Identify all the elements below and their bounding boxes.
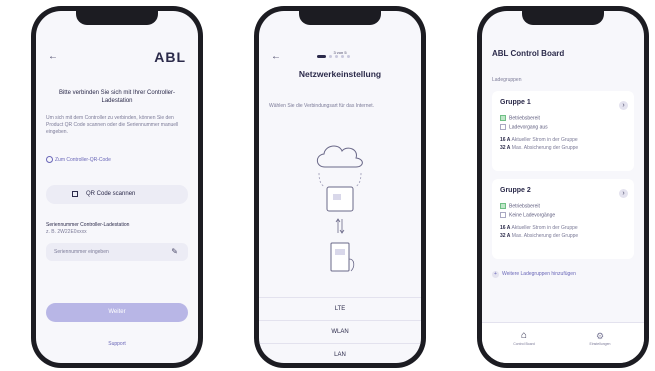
fuse-value: 32 A: [500, 145, 511, 151]
pencil-icon: ✎: [171, 247, 178, 256]
phone-notch: [76, 11, 158, 25]
qr-code-icon: [72, 191, 78, 197]
current-label: Aktueller Strom in der Gruppe: [511, 137, 578, 143]
phone-frame-control-board: ABL Control Board Ladegruppen Gruppe 1 ›…: [477, 6, 649, 368]
qr-hint-link[interactable]: Zum Controller-QR-Code: [46, 156, 111, 164]
expand-icon[interactable]: ›: [619, 101, 628, 110]
fuse-label: Max. Absicherung der Gruppe: [511, 233, 579, 239]
status-ready-label: Betriebsbereit: [509, 115, 540, 122]
status-charging-label: Ladevorgang aus: [509, 124, 548, 131]
current-row: 16 A Aktueller Strom in der Gruppe: [500, 225, 578, 231]
serial-placeholder: Seriennummer eingeben: [54, 249, 109, 255]
current-value: 16 A: [500, 225, 511, 231]
status-charging-label: Keine Ladevorgänge: [509, 212, 556, 219]
screen-qr-connect: ← ABL Bitte verbinden Sie sich mit Ihrer…: [36, 11, 198, 363]
network-illustration: [316, 145, 363, 272]
charging-station-icon: [330, 242, 350, 272]
step-dot: [341, 55, 344, 58]
phone-frame-qr-connect: ← ABL Bitte verbinden Sie sich mit Ihrer…: [31, 6, 203, 368]
description-text: Wählen Sie die Verbindungsart für das In…: [269, 103, 375, 109]
abl-logo: ABL: [154, 49, 186, 65]
fuse-value: 32 A: [500, 233, 511, 239]
screen-network-settings: ← 3 von 5 Netzwerkeinstellung Wählen Sie…: [259, 11, 421, 363]
serial-input[interactable]: Seriennummer eingeben ✎: [46, 243, 188, 261]
transfer-arrows-icon: [335, 218, 345, 234]
screen-control-board: ABL Control Board Ladegruppen Gruppe 1 ›…: [482, 11, 644, 363]
home-icon: ⌂: [520, 330, 528, 341]
step-dot: [347, 55, 350, 58]
support-link[interactable]: Support: [36, 341, 198, 348]
fuse-row: 32 A Max. Absicherung der Gruppe: [500, 145, 578, 151]
step-dot: [335, 55, 338, 58]
add-group-label: Weitere Ladegruppen hinzufügen: [502, 271, 576, 277]
status-charging: Keine Ladevorgänge: [500, 212, 555, 218]
qr-hint-label: Zum Controller-QR-Code: [55, 156, 111, 163]
status-indicator-icon: [500, 212, 506, 218]
status-indicator-icon: [500, 203, 506, 209]
page-title: Netzwerkeinstellung: [298, 69, 382, 79]
fuse-row: 32 A Max. Absicherung der Gruppe: [500, 233, 578, 239]
group-card[interactable]: Gruppe 2 › Betriebsbereit Keine Ladevorg…: [492, 179, 634, 259]
gear-icon: ⚙: [595, 331, 605, 341]
status-indicator-icon: [500, 115, 506, 121]
description-text: Um sich mit dem Controller zu verbinden,…: [46, 115, 179, 135]
option-wlan[interactable]: WLAN: [259, 320, 421, 343]
continue-button[interactable]: Weiter: [46, 303, 188, 322]
current-label: Aktueller Strom in der Gruppe: [511, 225, 578, 231]
back-arrow-icon[interactable]: ←: [48, 51, 58, 62]
page-title: ABL Control Board: [492, 49, 565, 58]
nav-item-settings[interactable]: ⚙ Einstellungen: [578, 330, 622, 346]
fuse-label: Max. Absicherung der Gruppe: [511, 145, 579, 151]
phone-notch: [522, 11, 604, 25]
page-title: Bitte verbinden Sie sich mit Ihrer Contr…: [58, 90, 176, 104]
qr-scan-label: QR Code scannen: [86, 191, 136, 197]
step-dot-active: [317, 55, 326, 58]
status-ready: Betriebsbereit: [500, 203, 540, 209]
bottom-nav: ⌂ Control Board ⚙ Einstellungen: [482, 322, 644, 363]
status-ready: Betriebsbereit: [500, 115, 540, 121]
info-icon: [46, 156, 53, 163]
nav-label: Control Board: [513, 342, 535, 346]
serial-example: z. B. 2W22E0xxxx: [46, 229, 87, 235]
step-progress: [317, 55, 350, 58]
section-heading: Ladegruppen: [492, 77, 522, 83]
option-lan[interactable]: LAN: [259, 343, 421, 363]
nav-item-control-board[interactable]: ⌂ Control Board: [504, 330, 544, 346]
cloud-icon: [316, 145, 363, 168]
expand-icon[interactable]: ›: [619, 189, 628, 198]
status-ready-label: Betriebsbereit: [509, 203, 540, 210]
group-name: Gruppe 2: [500, 187, 531, 194]
status-indicator-icon: [500, 124, 506, 130]
group-name: Gruppe 1: [500, 99, 531, 106]
option-lte[interactable]: LTE: [259, 297, 421, 320]
serial-label: Seriennummer Controller-Ladestation: [46, 222, 130, 228]
phone-frame-network-settings: ← 3 von 5 Netzwerkeinstellung Wählen Sie…: [254, 6, 426, 368]
nav-label: Einstellungen: [589, 342, 611, 346]
qr-scan-button[interactable]: QR Code scannen: [46, 185, 188, 204]
add-group-link[interactable]: + Weitere Ladegruppen hinzufügen: [492, 271, 576, 278]
status-charging: Ladevorgang aus: [500, 124, 548, 130]
group-card[interactable]: Gruppe 1 › Betriebsbereit Ladevorgang au…: [492, 91, 634, 171]
plus-icon: +: [492, 271, 499, 278]
phone-notch: [299, 11, 381, 25]
step-dot: [329, 55, 332, 58]
current-value: 16 A: [500, 137, 511, 143]
current-row: 16 A Aktueller Strom in der Gruppe: [500, 137, 578, 143]
